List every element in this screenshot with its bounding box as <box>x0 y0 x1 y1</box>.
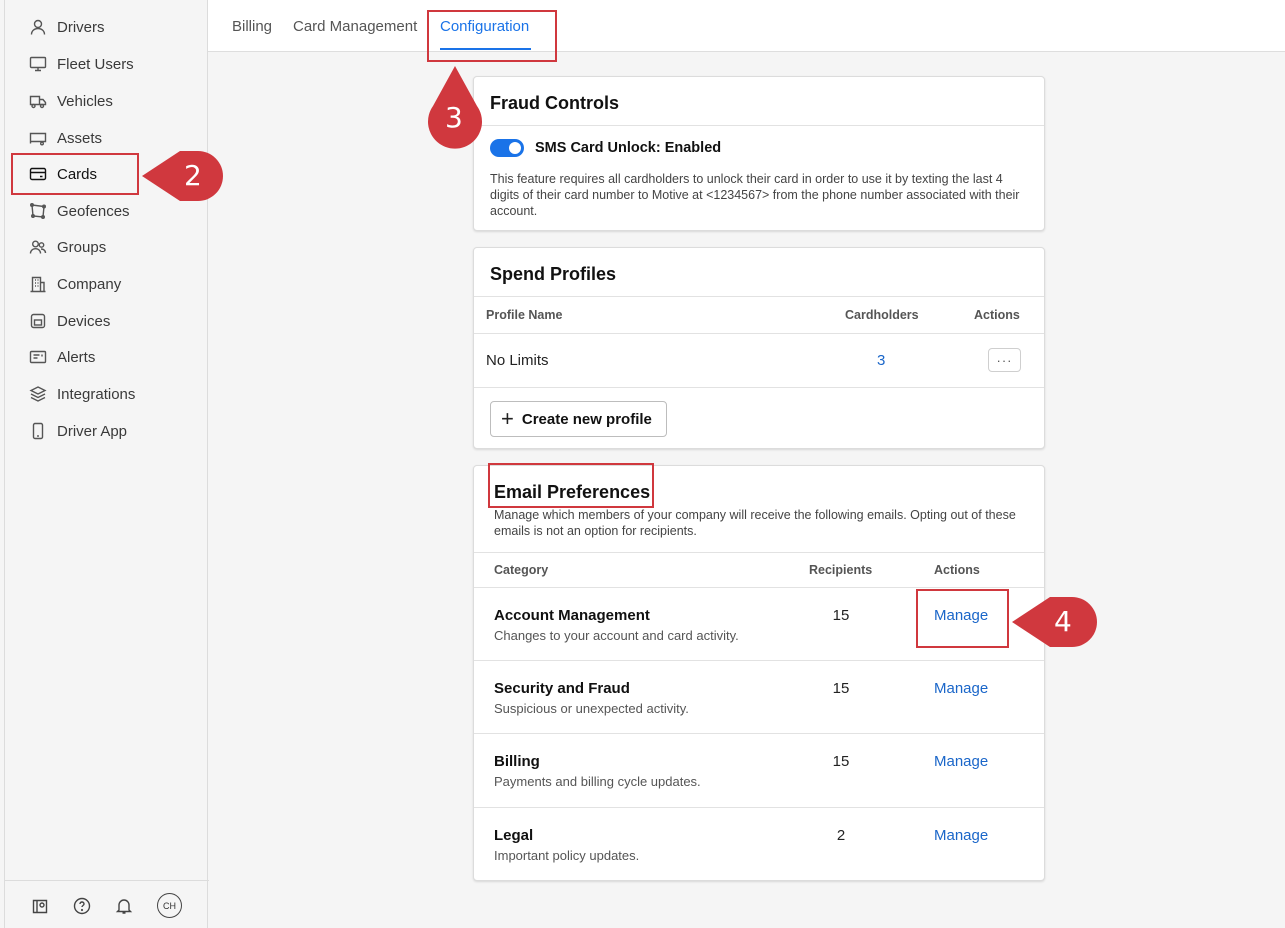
sidebar-item-devices[interactable]: Devices <box>29 309 110 333</box>
tab-bar: Billing Card Management Configuration <box>208 0 1285 52</box>
divider <box>474 587 1044 588</box>
highlight-configuration-tab <box>427 10 557 62</box>
sidebar-item-geofences[interactable]: Geofences <box>29 199 130 223</box>
help-icon[interactable] <box>71 895 93 917</box>
column-header: Actions <box>974 308 1020 322</box>
divider <box>474 125 1044 126</box>
category-description: Payments and billing cycle updates. <box>494 774 701 789</box>
sidebar-item-label: Alerts <box>57 348 96 366</box>
sidebar-item-label: Driver App <box>57 422 128 440</box>
sidebar-item-label: Geofences <box>57 202 130 220</box>
tab-billing[interactable]: Billing <box>232 18 272 35</box>
card-title: Spend Profiles <box>490 264 617 284</box>
category-title: Billing <box>494 753 540 770</box>
divider <box>474 552 1044 553</box>
sidebar-item-groups[interactable]: Groups <box>29 235 106 259</box>
category-title: Security and Fraud <box>494 680 630 697</box>
email-description: Manage which members of your company wil… <box>494 508 1016 538</box>
geofence-icon <box>29 202 47 220</box>
bell-icon[interactable] <box>113 895 135 917</box>
sidebar-item-driver-app[interactable]: Driver App <box>29 419 127 443</box>
divider <box>474 333 1044 334</box>
recipients-count: 15 <box>832 680 850 697</box>
tab-card-management[interactable]: Card Management <box>293 18 417 35</box>
column-header: Actions <box>934 563 980 577</box>
category-description: Important policy updates. <box>494 848 640 863</box>
person-icon <box>29 18 47 36</box>
building-icon <box>29 275 47 293</box>
plus-icon: + <box>501 406 514 431</box>
sidebar-item-integrations[interactable]: Integrations <box>29 382 135 406</box>
sidebar-item-label: Assets <box>57 129 103 147</box>
divider <box>474 296 1044 297</box>
sidebar: Drivers Fleet Users Vehicles Assets Card… <box>4 0 209 928</box>
category-description: Changes to your account and card activit… <box>494 628 739 643</box>
sidebar-item-label: Integrations <box>57 385 136 403</box>
sidebar-item-assets[interactable]: Assets <box>29 126 102 150</box>
annotation-number: 2 <box>184 159 202 192</box>
sidebar-footer: CH <box>5 880 209 928</box>
sidebar-item-alerts[interactable]: Alerts <box>29 345 95 369</box>
button-label: Create new profile <box>521 410 652 428</box>
trailer-icon <box>29 129 47 147</box>
avatar[interactable]: CH <box>157 893 182 918</box>
fraud-controls-card: Fraud Controls SMS Card Unlock: Enabled … <box>473 76 1045 231</box>
sidebar-item-fleet-users[interactable]: Fleet Users <box>29 52 134 76</box>
email-preferences-card: Email Preferences Manage which members o… <box>473 465 1045 881</box>
highlight-manage-link <box>916 589 1009 648</box>
divider <box>474 660 1044 661</box>
fraud-description: This feature requires all cardholders to… <box>490 172 1020 218</box>
annotation-number: 3 <box>445 101 463 134</box>
alert-icon <box>29 348 47 366</box>
monitor-icon <box>29 55 47 73</box>
truck-icon <box>29 92 47 110</box>
column-header: Profile Name <box>486 308 563 322</box>
groups-icon <box>29 238 47 256</box>
divider <box>474 733 1044 734</box>
toggle-label: SMS Card Unlock: Enabled <box>535 140 722 156</box>
cardholders-count-link[interactable]: 3 <box>877 352 885 369</box>
category-title: Account Management <box>494 607 650 624</box>
sidebar-item-label: Company <box>57 275 122 293</box>
sidebar-item-label: Vehicles <box>57 92 113 110</box>
category-title: Legal <box>494 827 534 844</box>
highlight-email-preferences <box>488 463 654 508</box>
phone-icon <box>29 422 47 440</box>
manage-link[interactable]: Manage <box>934 827 988 844</box>
recipients-count: 15 <box>832 607 850 624</box>
divider <box>474 807 1044 808</box>
sidebar-item-label: Groups <box>57 238 107 256</box>
column-header: Category <box>494 563 549 577</box>
more-actions-button[interactable]: ··· <box>988 348 1021 372</box>
sidebar-item-drivers[interactable]: Drivers <box>29 15 105 39</box>
sidebar-item-label: Drivers <box>57 18 105 36</box>
divider <box>474 387 1044 388</box>
recipients-count: 2 <box>836 827 846 844</box>
layers-icon <box>29 385 47 403</box>
category-description: Suspicious or unexpected activity. <box>494 701 689 716</box>
card-title: Fraud Controls <box>490 93 619 113</box>
map-pin-book-icon[interactable] <box>29 895 51 917</box>
manage-link[interactable]: Manage <box>934 753 988 770</box>
sidebar-item-vehicles[interactable]: Vehicles <box>29 89 113 113</box>
highlight-cards <box>11 153 139 195</box>
manage-link[interactable]: Manage <box>934 680 988 697</box>
create-new-profile-button[interactable]: + Create new profile <box>490 401 667 437</box>
sidebar-item-label: Devices <box>57 312 111 330</box>
spend-profiles-card: Spend Profiles Profile Name Cardholders … <box>473 247 1045 449</box>
profile-name: No Limits <box>486 352 549 369</box>
annotation-number: 4 <box>1054 605 1072 638</box>
sms-unlock-toggle[interactable] <box>490 139 524 157</box>
sidebar-item-company[interactable]: Company <box>29 272 121 296</box>
column-header: Recipients <box>809 563 873 577</box>
sidebar-item-label: Fleet Users <box>57 55 134 73</box>
recipients-count: 15 <box>832 753 850 770</box>
column-header: Cardholders <box>845 308 919 322</box>
device-icon <box>29 312 47 330</box>
